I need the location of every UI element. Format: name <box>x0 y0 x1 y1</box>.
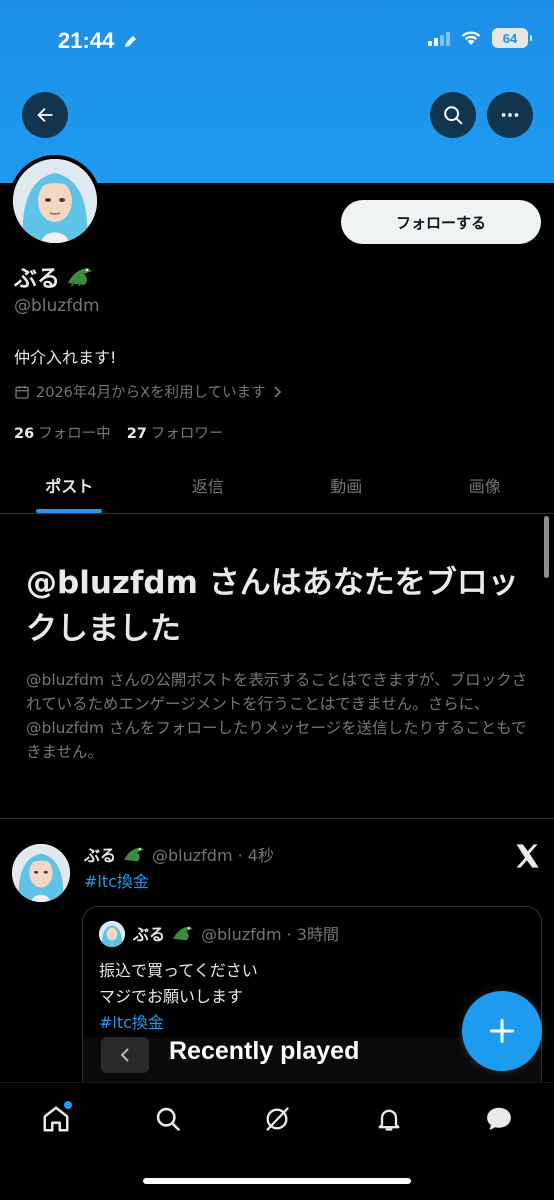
more-button[interactable] <box>487 92 533 138</box>
search-button[interactable] <box>430 92 476 138</box>
tweet-header: ぶる @bluzfdm · 4秒 <box>84 842 274 866</box>
back-arrow-icon <box>37 107 53 123</box>
tab-images[interactable]: 画像 <box>416 456 554 513</box>
profile-avatar[interactable] <box>9 155 101 247</box>
crocodile-emoji-icon <box>173 926 193 941</box>
pencil-icon <box>125 36 137 48</box>
profile-display-name: ぶる <box>14 259 94 293</box>
tweet-handle-time: @bluzfdm · 4秒 <box>152 846 274 865</box>
nav-search[interactable] <box>148 1099 188 1139</box>
nav-messages[interactable] <box>479 1099 519 1139</box>
profile-tabs: ポスト 返信 動画 画像 <box>0 456 554 514</box>
avatar-image <box>12 844 70 902</box>
blocked-title: @bluzfdm さんはあなたをブロックしました <box>26 565 519 647</box>
cellular-signal-icon <box>428 30 450 46</box>
quote-handle-time: @bluzfdm · 3時間 <box>201 925 339 944</box>
nav-notifications[interactable] <box>369 1099 409 1139</box>
active-tab-indicator <box>36 509 103 513</box>
tweet-text[interactable]: #ltc換金 <box>84 868 149 892</box>
quote-text-line-1: 振込で買ってください <box>99 961 258 980</box>
avatar-image <box>99 921 125 947</box>
grok-icon <box>266 1107 289 1131</box>
chevron-left-icon <box>120 1048 129 1062</box>
crocodile-emoji-icon <box>124 847 144 862</box>
chevron-right-icon <box>273 385 281 398</box>
follow-button[interactable]: フォローする <box>341 200 541 244</box>
status-time: 21:44 <box>58 28 138 54</box>
notification-dot <box>64 1101 72 1109</box>
plus-icon <box>489 1018 515 1044</box>
messages-icon <box>487 1107 511 1131</box>
quote-avatar <box>99 921 125 947</box>
nav-home[interactable] <box>36 1099 76 1139</box>
quote-hashtag[interactable]: #ltc換金 <box>99 1009 164 1033</box>
profile-joined[interactable]: 2026年4月からXを利用しています <box>14 381 284 402</box>
search-icon <box>156 1107 180 1131</box>
profile-handle: @bluzfdm <box>14 296 100 316</box>
notifications-icon <box>378 1109 400 1131</box>
profile-stats: 26 フォロー中 27 フォロワー <box>14 422 223 443</box>
more-icon <box>501 113 519 117</box>
compose-button[interactable] <box>462 991 542 1071</box>
scrollbar[interactable] <box>544 516 549 578</box>
tab-posts[interactable]: ポスト <box>0 456 139 513</box>
status-indicators: 64 <box>428 28 532 48</box>
blocked-description: @bluzfdm さんの公開ポストを表示することはできますが、ブロックされている… <box>26 671 528 761</box>
home-indicator <box>143 1178 411 1184</box>
tab-replies[interactable]: 返信 <box>139 456 278 513</box>
nav-grok[interactable] <box>257 1099 297 1139</box>
tab-videos[interactable]: 動画 <box>277 456 416 513</box>
wifi-icon <box>461 31 481 45</box>
back-button[interactable] <box>22 92 68 138</box>
tweet-avatar[interactable] <box>12 844 70 902</box>
quote-author-name: ぶる <box>133 925 166 944</box>
calendar-icon <box>15 385 29 399</box>
search-icon <box>444 106 463 125</box>
crocodile-emoji-icon <box>68 268 92 287</box>
quote-text-line-2: マジでお願いします <box>99 987 244 1006</box>
tweet-author-name[interactable]: ぶる <box>84 842 116 866</box>
quoted-tweet[interactable]: ぶる @bluzfdm · 3時間 振込で買ってください マジでお願いします #… <box>82 906 542 1096</box>
quote-header: ぶる @bluzfdm · 3時間 <box>133 921 339 945</box>
followers-stat[interactable]: 27 フォロワー <box>127 422 224 443</box>
divider <box>0 818 554 819</box>
media-back-button <box>101 1037 149 1073</box>
x-logo-icon[interactable] <box>513 842 541 870</box>
following-stat[interactable]: 26 フォロー中 <box>14 422 111 443</box>
battery-indicator: 64 <box>492 28 532 48</box>
profile-bio: 仲介入れます! <box>14 348 117 367</box>
avatar-image <box>13 159 97 243</box>
media-title: Recently played <box>169 1037 360 1065</box>
